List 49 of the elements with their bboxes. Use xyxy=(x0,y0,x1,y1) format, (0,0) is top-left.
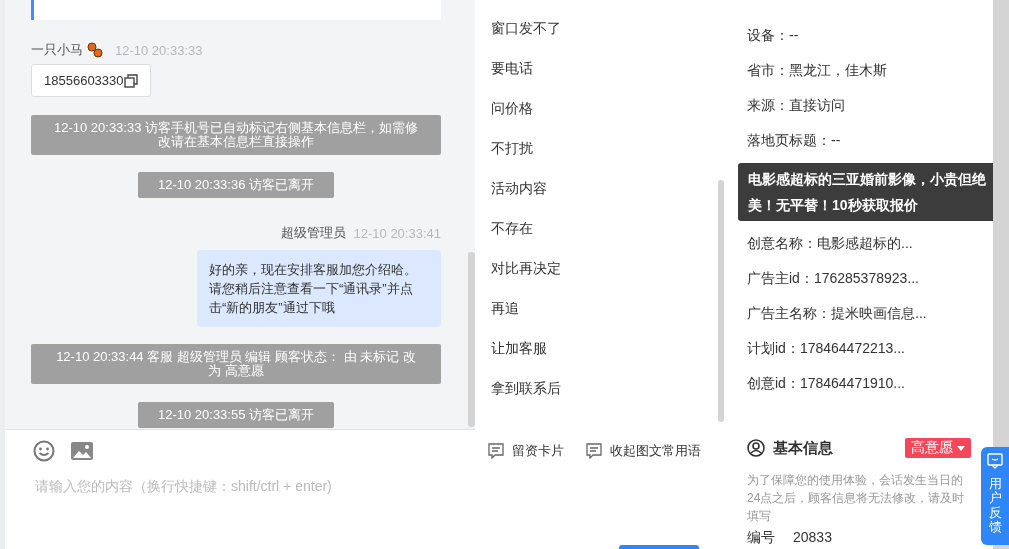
system-message: 12-10 20:33:36 访客已离开 xyxy=(137,172,335,198)
copy-icon xyxy=(123,73,138,88)
info-row: 落地页标题：-- xyxy=(747,132,841,148)
phone-bubble: 18556603330 xyxy=(31,64,151,97)
field-label: 编号 xyxy=(747,529,775,547)
notice-text: 为了保障您的使用体验，会话发生当日的24点之后，顾客信息将无法修改，请及时填写 xyxy=(747,472,966,525)
phrase-item[interactable]: 再追 xyxy=(491,300,519,316)
phrase-item[interactable]: 拿到联系后 xyxy=(491,380,561,396)
phrase-item[interactable]: 问价格 xyxy=(491,100,533,116)
system-message: 12-10 20:33:55 访客已离开 xyxy=(137,402,335,428)
info-row: 广告主名称：提米映画信息... xyxy=(747,305,927,321)
feedback-button[interactable]: 用户反馈 xyxy=(981,447,1009,545)
phrase-item[interactable]: 要电话 xyxy=(491,60,533,76)
field-value: 20833 xyxy=(793,529,832,547)
phrase-item[interactable]: 不打扰 xyxy=(491,140,533,156)
message-bubble: 好的亲，现在安排客服加您介绍哈。请您稍后注意查看一下“通讯录”并点击“新的朋友”通过下哦 xyxy=(197,250,441,327)
section-title: 基本信息 xyxy=(773,438,834,458)
phrase-item[interactable]: 窗口发不了 xyxy=(491,20,561,36)
info-row: 设备：-- xyxy=(747,27,799,43)
user-icon xyxy=(747,439,765,457)
sender-name: 超级管理员 xyxy=(280,224,346,242)
phrase-item[interactable]: 让加客服 xyxy=(491,340,547,356)
system-message: 12-10 20:33:44 客服 超级管理员 编辑 顾客状态： 由 未标记 改为 高意愿 xyxy=(31,344,441,384)
scrollbar[interactable] xyxy=(718,180,724,422)
toolbar-button[interactable]: 留资卡片 xyxy=(488,442,564,460)
info-row: 广告主id：176285378923... xyxy=(747,270,919,286)
caret-icon xyxy=(957,445,965,451)
message-input[interactable]: 请输入您的内容（换行快捷键：shift/ctrl + enter) xyxy=(5,462,727,549)
info-row: 创意id：178464471910... xyxy=(747,375,905,391)
info-row: 来源：直接访问 xyxy=(747,97,845,113)
info-row: 省市：黑龙江，佳木斯 xyxy=(747,62,887,78)
phrase-item[interactable]: 对比再决定 xyxy=(491,260,561,276)
toolbar-button[interactable]: 收起图文常用语 xyxy=(586,442,701,460)
info-row: 计划id：178464472213... xyxy=(747,340,905,356)
system-message: 12-10 20:33:33 访客手机号已自动标记右侧基本信息栏，如需修改请在基本信息栏直接操作 xyxy=(31,115,441,155)
comment-icon xyxy=(488,443,504,459)
comment-icon xyxy=(586,443,602,459)
sender-name: 一只小马 xyxy=(31,41,83,59)
emoji-icon xyxy=(87,42,103,58)
chat-icon xyxy=(987,453,1003,469)
scrollbar[interactable] xyxy=(468,252,475,427)
message-time: 12-10 20:33:33 xyxy=(115,42,203,58)
phrase-item[interactable]: 不存在 xyxy=(491,220,533,236)
phrase-item[interactable]: 活动内容 xyxy=(491,180,547,196)
status-dropdown[interactable]: 高意愿 xyxy=(905,438,971,458)
emoji-icon xyxy=(33,440,55,462)
message-time: 12-10 20:33:41 xyxy=(353,225,441,241)
tooltip: 电影感超标的三亚婚前影像，小贵但绝美！无平替！10秒获取报价 xyxy=(738,163,993,221)
info-row: 创意名称：电影感超标的... xyxy=(747,235,913,251)
